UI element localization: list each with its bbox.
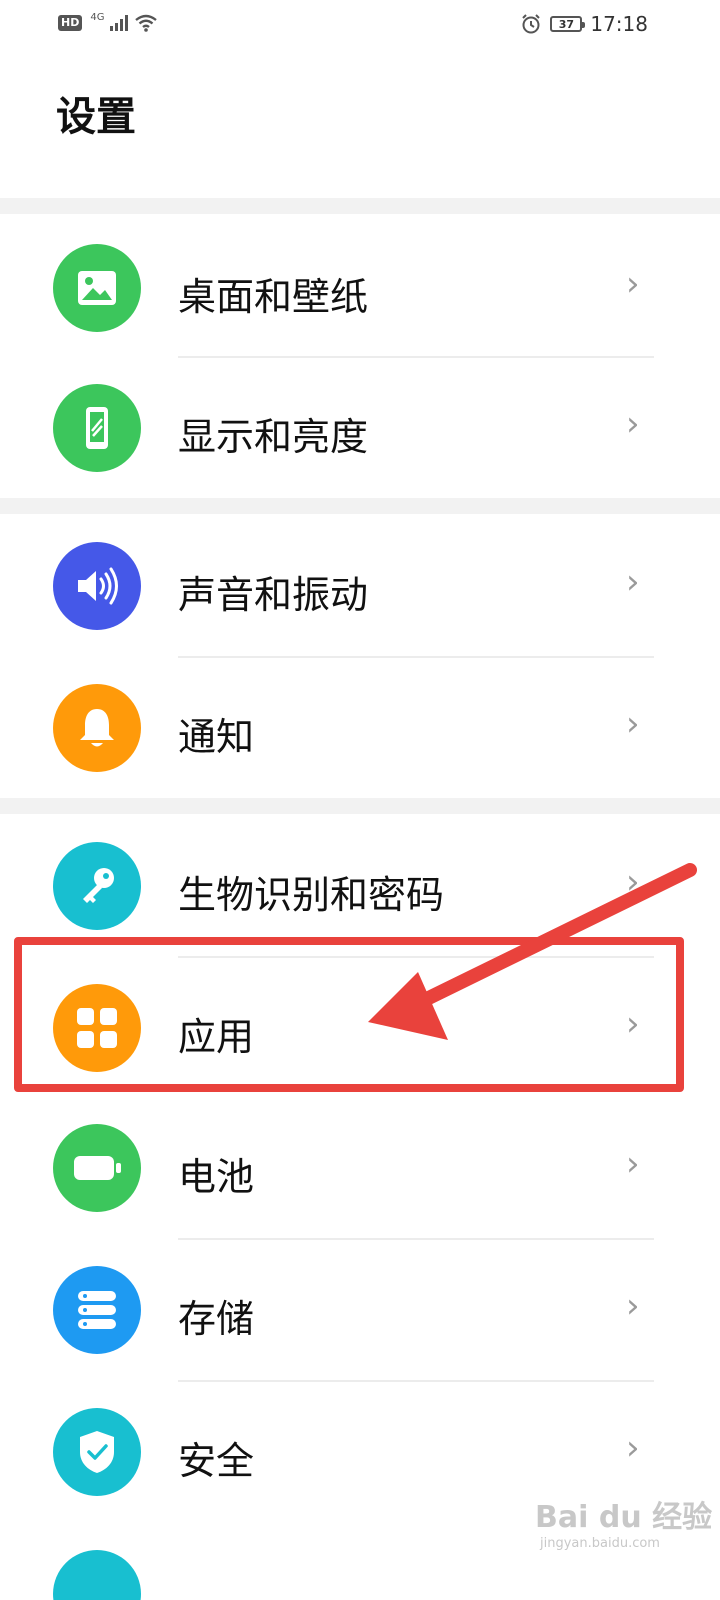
chevron-right-icon: › — [626, 862, 640, 902]
storage-icon — [53, 1266, 141, 1354]
settings-item-label: 应用 — [178, 1015, 255, 1059]
chevron-right-icon: › — [626, 1004, 640, 1044]
settings-item-label: 显示和亮度 — [178, 415, 369, 459]
settings-item-label: 电池 — [178, 1155, 255, 1199]
battery-level: 37 — [558, 17, 575, 31]
settings-item-sound[interactable]: 声音和振动 › — [0, 516, 700, 656]
chevron-right-icon: › — [626, 562, 640, 602]
section-divider — [0, 198, 720, 214]
chevron-right-icon: › — [626, 1144, 640, 1184]
settings-item-storage[interactable]: 存储 › — [0, 1240, 700, 1380]
wallpaper-icon — [53, 244, 141, 332]
settings-item-wallpaper[interactable]: 桌面和壁纸 › — [0, 218, 700, 358]
settings-item-battery[interactable]: 电池 › — [0, 1098, 700, 1238]
settings-item-label: 桌面和壁纸 — [178, 275, 369, 319]
section-divider — [0, 798, 720, 814]
display-icon — [53, 384, 141, 472]
chevron-right-icon: › — [626, 1428, 640, 1468]
page-title: 设置 — [56, 94, 136, 140]
settings-item-biometrics[interactable]: 生物识别和密码 › — [0, 816, 700, 956]
shield-icon — [53, 1408, 141, 1496]
watermark: Bai du 经验 — [535, 1500, 713, 1535]
section-divider — [0, 498, 720, 514]
settings-item-notifications[interactable]: 通知 › — [0, 658, 700, 798]
alarm-icon — [522, 14, 541, 34]
settings-item-display[interactable]: 显示和亮度 › — [0, 358, 700, 498]
settings-item-label: 通知 — [178, 715, 255, 759]
chevron-right-icon: › — [626, 1286, 640, 1326]
battery-icon — [53, 1124, 141, 1212]
settings-item-label: 生物识别和密码 — [178, 873, 445, 917]
chevron-right-icon: › — [626, 404, 640, 444]
battery-indicator: 37 — [550, 16, 586, 32]
settings-item-label: 安全 — [178, 1439, 255, 1483]
settings-item-label: 存储 — [178, 1297, 255, 1341]
status-left: HD 4G — [58, 11, 158, 32]
wifi-icon — [135, 14, 158, 32]
signal-icon — [110, 15, 129, 31]
network-type: 4G — [90, 11, 105, 23]
chevron-right-icon: › — [626, 264, 640, 304]
sound-icon — [53, 542, 141, 630]
status-right: 37 17:18 — [520, 12, 648, 36]
status-bar: HD 4G 37 17:18 — [0, 0, 720, 52]
bell-icon — [53, 684, 141, 772]
settings-item-apps[interactable]: 应用 › — [0, 958, 700, 1098]
chevron-right-icon: › — [626, 704, 640, 744]
watermark-url: jingyan.baidu.com — [540, 1536, 660, 1551]
clock: 17:18 — [590, 12, 648, 36]
hd-badge: HD — [58, 15, 83, 31]
partial-item-icon — [53, 1550, 141, 1600]
key-icon — [53, 842, 141, 930]
settings-item-label: 声音和振动 — [178, 573, 369, 617]
apps-grid-icon — [53, 984, 141, 1072]
